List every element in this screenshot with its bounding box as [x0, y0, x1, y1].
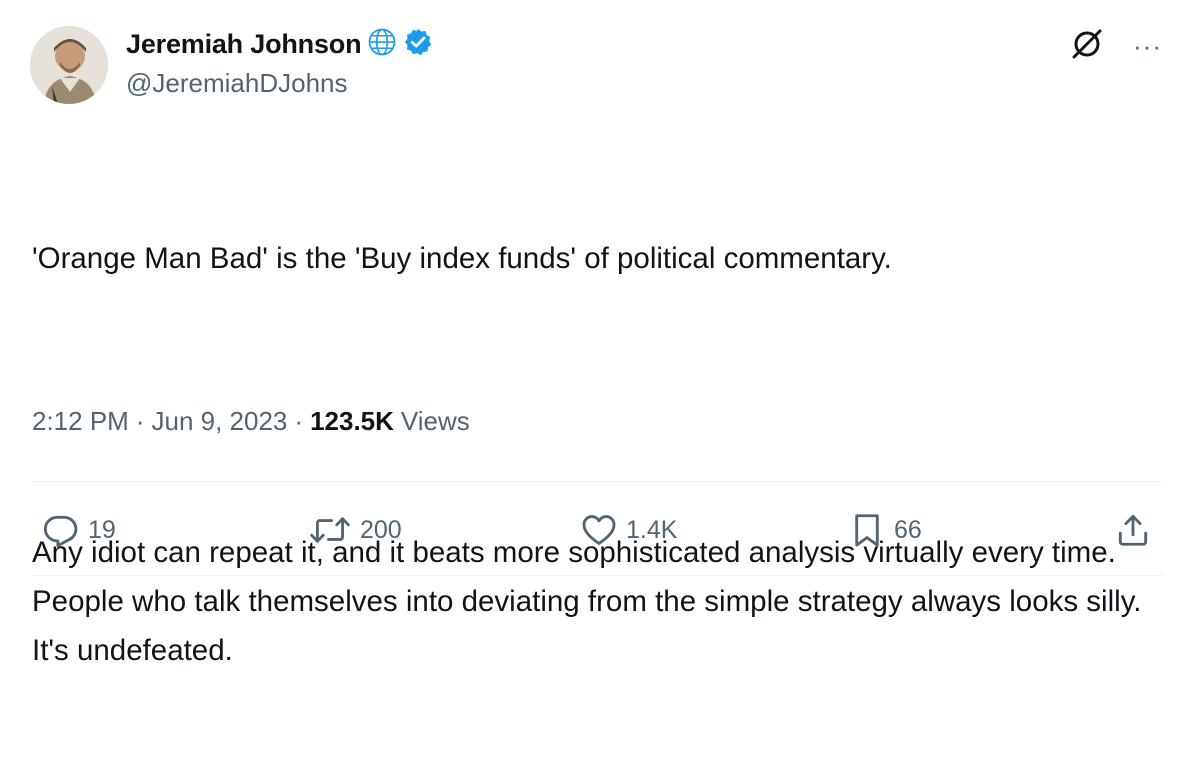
author-display-name[interactable]: Jeremiah Johnson	[126, 29, 362, 60]
avatar-image	[30, 26, 108, 104]
tweet-date[interactable]: Jun 9, 2023	[152, 406, 288, 437]
bookmark-icon	[848, 511, 886, 549]
retweet-icon	[308, 511, 352, 549]
author-name-row: Jeremiah Johnson	[126, 26, 433, 62]
share-icon	[1114, 511, 1152, 549]
tweet-time[interactable]: 2:12 PM	[32, 406, 129, 437]
views-count[interactable]: 123.5K	[310, 406, 394, 437]
avatar[interactable]	[30, 26, 108, 104]
divider	[32, 481, 1164, 482]
reply-count: 19	[88, 515, 116, 544]
reply-icon	[42, 511, 80, 549]
retweet-button[interactable]: 200	[308, 508, 402, 552]
tweet-card: Jeremiah Johnson @JeremiahDJohns ··· 'Or…	[0, 0, 1196, 667]
views-label: Views	[400, 406, 470, 436]
share-button[interactable]	[1114, 508, 1152, 552]
tweet-paragraph: 'Orange Man Bad' is the 'Buy index funds…	[32, 242, 892, 275]
header-actions: ···	[1067, 26, 1162, 66]
retweet-count: 200	[360, 515, 402, 544]
tweet-text: 'Orange Man Bad' is the 'Buy index funds…	[32, 136, 1167, 773]
globe-icon	[367, 27, 397, 62]
bookmark-count: 66	[894, 515, 922, 544]
reply-button[interactable]: 19	[42, 508, 116, 552]
tweet-meta: 2:12 PM · Jun 9, 2023 · 123.5K Views	[32, 406, 470, 437]
bookmark-button[interactable]: 66	[848, 508, 922, 552]
grok-icon[interactable]	[1067, 24, 1107, 69]
heart-icon	[580, 511, 618, 549]
like-button[interactable]: 1.4K	[580, 508, 677, 552]
more-options-button[interactable]: ···	[1133, 33, 1162, 59]
meta-separator: ·	[135, 406, 145, 436]
divider	[32, 575, 1164, 576]
author-handle[interactable]: @JeremiahDJohns	[126, 68, 347, 99]
verified-badge-icon[interactable]	[403, 27, 433, 62]
meta-separator: ·	[294, 406, 304, 436]
like-count: 1.4K	[626, 515, 678, 544]
